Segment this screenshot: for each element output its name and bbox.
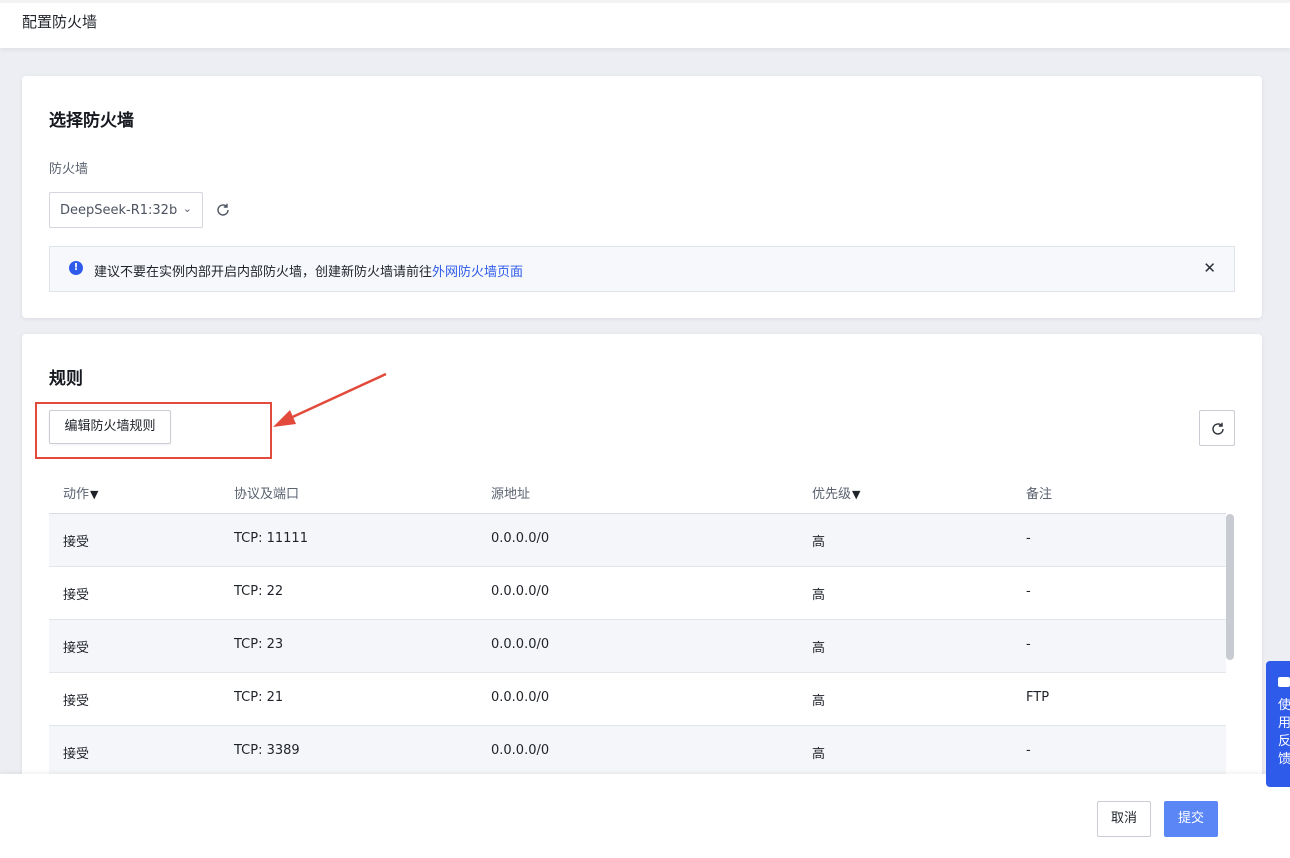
submit-button[interactable]: 提交 (1164, 801, 1218, 837)
alert-message: 建议不要在实例内部开启内部防火墙，创建新防火墙请前往外网防火墙页面 (94, 261, 523, 280)
annotation-highlight-box (35, 402, 272, 459)
filter-icon[interactable]: ▼ (852, 488, 860, 501)
refresh-rules-button[interactable] (1199, 410, 1235, 446)
feedback-label: 使用反馈 (1278, 698, 1290, 767)
cell-note: - (1026, 531, 1031, 546)
message-icon (1278, 677, 1290, 687)
cell-priority: 高 (812, 588, 826, 603)
cell-action: 接受 (63, 694, 90, 709)
cell-note: - (1026, 637, 1031, 652)
table-row: 接受 TCP: 21 0.0.0.0/0 高 FTP (49, 673, 1226, 726)
cell-source: 0.0.0.0/0 (491, 584, 550, 599)
cell-note: - (1026, 584, 1031, 599)
cell-protocol: TCP: 21 (234, 690, 284, 705)
column-header-action[interactable]: 动作▼ (63, 483, 98, 502)
refresh-icon[interactable] (215, 202, 231, 218)
column-header-source: 源地址 (491, 487, 531, 502)
cell-note: - (1026, 743, 1031, 758)
cell-priority: 高 (812, 694, 826, 709)
table-row: 接受 TCP: 22 0.0.0.0/0 高 - (49, 567, 1226, 620)
alert-text: 建议不要在实例内部开启内部防火墙，创建新防火墙请前往 (94, 265, 433, 280)
top-bar: 配置防火墙 (0, 0, 1290, 48)
cell-source: 0.0.0.0/0 (491, 637, 550, 652)
table-row: 接受 TCP: 3389 0.0.0.0/0 高 - (49, 726, 1226, 779)
column-header-note: 备注 (1026, 487, 1053, 502)
cell-note: FTP (1026, 690, 1050, 705)
cell-priority: 高 (812, 641, 826, 656)
cell-protocol: TCP: 23 (234, 637, 284, 652)
footer-bar: 取消 提交 (0, 774, 1290, 858)
cell-action: 接受 (63, 535, 90, 550)
cell-protocol: TCP: 3389 (234, 743, 300, 758)
cell-action: 接受 (63, 588, 90, 603)
table-scrollbar[interactable] (1226, 514, 1234, 660)
cell-source: 0.0.0.0/0 (491, 743, 550, 758)
firewall-field-label: 防火墙 (49, 162, 89, 177)
table-header: 动作▼ 协议及端口 源地址 优先级▼ 备注 (49, 470, 1226, 514)
firewall-select-value: DeepSeek-R1:32b (60, 203, 178, 218)
cell-priority: 高 (812, 747, 826, 762)
feedback-tab[interactable]: 使用反馈 (1266, 661, 1290, 787)
cell-protocol: TCP: 11111 (234, 531, 308, 546)
firewall-select[interactable]: DeepSeek-R1:32b ⌄ (49, 192, 203, 228)
alert-link[interactable]: 外网防火墙页面 (432, 265, 523, 280)
table-row: 接受 TCP: 23 0.0.0.0/0 高 - (49, 620, 1226, 673)
column-header-label: 优先级 (812, 487, 852, 502)
firewall-alert: ! 建议不要在实例内部开启内部防火墙，创建新防火墙请前往外网防火墙页面 ✕ (49, 246, 1235, 292)
table-row: 接受 TCP: 11111 0.0.0.0/0 高 - (49, 514, 1226, 567)
cell-action: 接受 (63, 747, 90, 762)
cell-priority: 高 (812, 535, 826, 550)
firewall-card-title: 选择防火墙 (49, 111, 134, 131)
cancel-button[interactable]: 取消 (1097, 801, 1151, 837)
cell-source: 0.0.0.0/0 (491, 690, 550, 705)
column-header-protocol: 协议及端口 (234, 487, 300, 502)
cell-source: 0.0.0.0/0 (491, 531, 550, 546)
close-icon[interactable]: ✕ (1203, 259, 1216, 277)
refresh-icon (1212, 422, 1224, 435)
cell-action: 接受 (63, 641, 90, 656)
column-header-priority[interactable]: 优先级▼ (812, 483, 860, 502)
firewall-select-card: 选择防火墙 防火墙 DeepSeek-R1:32b ⌄ ! 建议不要在实例内部开… (22, 76, 1262, 318)
cell-protocol: TCP: 22 (234, 584, 284, 599)
info-icon: ! (69, 261, 83, 275)
column-header-label: 动作 (63, 487, 90, 502)
rules-card: 规则 编辑防火墙规则 动作▼ 协议及端口 源地址 优先级▼ 备注 接受 TCP:… (22, 334, 1262, 784)
rules-table: 动作▼ 协议及端口 源地址 优先级▼ 备注 接受 TCP: 11111 0.0.… (49, 470, 1226, 779)
page-title: 配置防火墙 (22, 13, 98, 31)
filter-icon[interactable]: ▼ (90, 488, 98, 501)
rules-card-title: 规则 (49, 369, 83, 389)
chevron-down-icon: ⌄ (182, 202, 192, 215)
